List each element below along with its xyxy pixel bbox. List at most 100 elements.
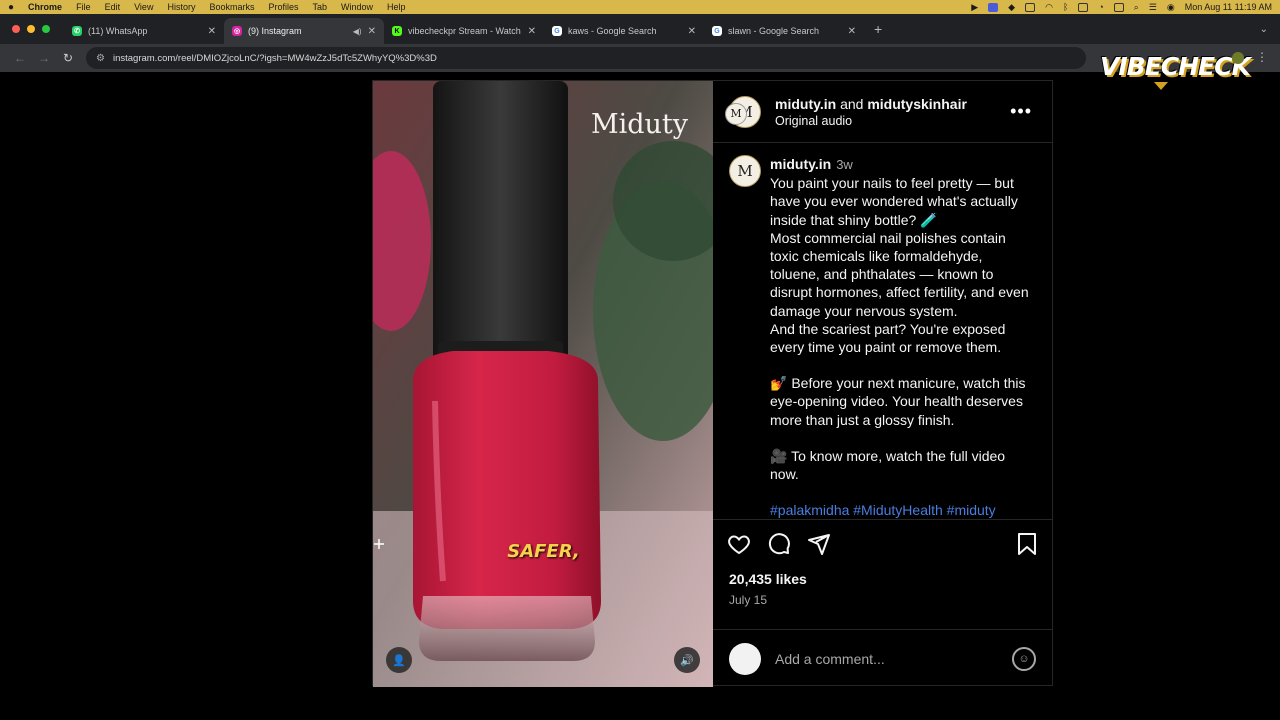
post-time: 3w	[836, 157, 853, 172]
menu-tab[interactable]: Tab	[313, 2, 328, 12]
tab-title: slawn - Google Search	[728, 26, 820, 36]
original-audio-link[interactable]: Original audio	[775, 114, 967, 128]
author-avatar[interactable]: M	[729, 155, 761, 187]
tab-title: vibecheckpr Stream - Watch	[408, 26, 521, 36]
close-tab-icon[interactable]: ✕	[208, 26, 216, 37]
sound-toggle-icon[interactable]: 🔊	[674, 647, 700, 673]
kick-icon: K	[392, 26, 402, 36]
close-tab-icon[interactable]: ✕	[688, 26, 696, 37]
header-user1-link[interactable]: miduty.in	[775, 96, 836, 112]
menu-app-name[interactable]: Chrome	[28, 2, 62, 12]
menubar-clock[interactable]: Mon Aug 11 11:19 AM	[1185, 2, 1272, 12]
like-button[interactable]	[727, 524, 767, 564]
caption-para-4: 💅 Before your next manicure, watch this …	[770, 375, 1026, 428]
logo-triangle-icon	[1154, 82, 1168, 90]
caption-para-5: 🎥 To know more, watch the full video now…	[770, 447, 1006, 483]
menu-profiles[interactable]: Profiles	[268, 2, 298, 12]
post-header: M miduty.in and midutyskinhair Original …	[713, 81, 1052, 143]
reload-icon[interactable]: ↻	[56, 51, 80, 65]
wifi-icon[interactable]: ◔	[1098, 2, 1103, 12]
headphones-icon[interactable]: ◠	[1045, 2, 1053, 13]
app-status-icon[interactable]	[1025, 2, 1036, 12]
browser-toolbar: ← → ↻ ⚙ instagram.com/reel/DMIOZjcoLnC/?…	[0, 44, 1280, 72]
caption-para-3: And the scariest part? You're exposed ev…	[770, 320, 1006, 356]
header-text: miduty.in and midutyskinhair Original au…	[775, 96, 967, 128]
zoom-window-button[interactable]	[42, 25, 50, 33]
menu-history[interactable]: History	[167, 2, 195, 12]
vibecheck-logo: VIBECHECK	[1100, 48, 1251, 92]
tab-kaws-search[interactable]: G kaws - Google Search ✕	[544, 18, 704, 44]
extension-icon[interactable]	[1232, 52, 1244, 64]
caption-gap	[770, 483, 1036, 501]
control-center-icon[interactable]: ☰	[1149, 2, 1157, 13]
tab-whatsapp[interactable]: ✆ (11) WhatsApp ✕	[64, 18, 224, 44]
header-and: and	[840, 95, 864, 112]
hashtag-links[interactable]: #palakmidha #MidutyHealth #miduty #suppl…	[770, 501, 1036, 519]
tab-slawn-search[interactable]: G slawn - Google Search ✕	[704, 18, 864, 44]
back-arrow-icon[interactable]: ←	[8, 51, 32, 65]
header-usernames: miduty.in and midutyskinhair	[775, 96, 967, 112]
minimize-window-button[interactable]	[27, 25, 35, 33]
address-url[interactable]: instagram.com/reel/DMIOZjcoLnC/?igsh=MW4…	[113, 53, 437, 64]
speaker-icon[interactable]: ◀)	[353, 27, 362, 36]
apple-menu-icon[interactable]: ●	[8, 2, 14, 13]
forward-arrow-icon[interactable]: →	[32, 51, 56, 65]
post-sidebar: M miduty.in and midutyskinhair Original …	[713, 81, 1052, 687]
video-brand-text: Miduty	[590, 109, 688, 140]
more-options-icon[interactable]: •••	[1010, 101, 1032, 122]
menu-bookmarks[interactable]: Bookmarks	[209, 2, 254, 12]
google-icon: G	[712, 26, 722, 36]
post-caption: M miduty.in 3w You paint your nails to fe…	[729, 155, 1036, 519]
header-user2-link[interactable]: midutyskinhair	[867, 96, 967, 112]
battery-icon[interactable]	[1078, 2, 1089, 12]
share-button[interactable]	[807, 524, 847, 564]
paper-plane-icon	[808, 533, 830, 555]
site-info-icon[interactable]: ⚙	[96, 53, 105, 64]
bluetooth-icon[interactable]: ᛒ	[1063, 2, 1068, 12]
close-window-button[interactable]	[12, 25, 20, 33]
instagram-icon: ◎	[232, 26, 242, 36]
close-tab-icon[interactable]: ✕	[368, 26, 376, 37]
nail-polish-image	[373, 81, 713, 687]
likes-count[interactable]: 20,435 likes	[713, 567, 1052, 587]
caption-section: M miduty.in 3w You paint your nails to fe…	[713, 143, 1052, 519]
menu-view[interactable]: View	[134, 2, 153, 12]
search-menubar-icon[interactable]: ⌕	[1134, 2, 1139, 13]
siri-icon[interactable]: ◉	[1167, 2, 1175, 13]
reel-video[interactable]: Miduty SAFER, 👤 🔊	[373, 81, 713, 687]
menu-file[interactable]: File	[76, 2, 91, 12]
comment-button[interactable]	[767, 524, 807, 564]
menu-help[interactable]: Help	[387, 2, 406, 12]
collab-avatar[interactable]: M	[725, 95, 761, 128]
menu-window[interactable]: Window	[341, 2, 373, 12]
menu-edit[interactable]: Edit	[105, 2, 121, 12]
save-button[interactable]	[998, 524, 1038, 564]
diamond-status-icon[interactable]: ◆	[1008, 2, 1015, 13]
close-tab-icon[interactable]: ✕	[848, 26, 856, 37]
caption-gap	[770, 356, 1036, 374]
screen-record-icon[interactable]	[988, 2, 999, 12]
new-tab-button[interactable]: +	[874, 21, 882, 37]
action-bar	[713, 519, 1052, 567]
tab-instagram[interactable]: ◎ (9) Instagram ◀) ✕	[224, 18, 384, 44]
comment-input[interactable]	[775, 650, 1012, 667]
browser-menu-icon[interactable]: ⋮	[1256, 50, 1268, 64]
tab-search-chevron-icon[interactable]: ⌄	[1260, 24, 1268, 35]
tab-title: (9) Instagram	[248, 26, 302, 36]
keyboard-icon[interactable]	[1113, 2, 1124, 12]
post-date: July 15	[729, 593, 768, 607]
current-user-avatar	[729, 642, 761, 675]
address-bar[interactable]: ⚙ instagram.com/reel/DMIOZjcoLnC/?igsh=M…	[86, 47, 1086, 69]
caption-gap	[770, 429, 1036, 447]
macos-menu-bar: ● Chrome File Edit View History Bookmark…	[0, 0, 1280, 14]
tab-kick-stream[interactable]: K vibecheckpr Stream - Watch ✕	[384, 18, 544, 44]
bookmark-icon	[1018, 532, 1036, 555]
caption-text: miduty.in 3w You paint your nails to feel…	[770, 155, 1036, 519]
author-username-link[interactable]: miduty.in	[770, 156, 831, 172]
status-icons: ▶ ◆ ◠ ᛒ ◔ ⌕ ☰ ◉ Mon Aug 11 11:19 AM	[971, 2, 1272, 13]
close-tab-icon[interactable]: ✕	[528, 26, 536, 37]
mouse-cursor-icon	[374, 539, 384, 549]
play-status-icon[interactable]: ▶	[971, 2, 978, 13]
emoji-picker-icon[interactable]: ☺	[1012, 646, 1036, 671]
tagged-user-icon[interactable]: 👤	[386, 647, 412, 673]
